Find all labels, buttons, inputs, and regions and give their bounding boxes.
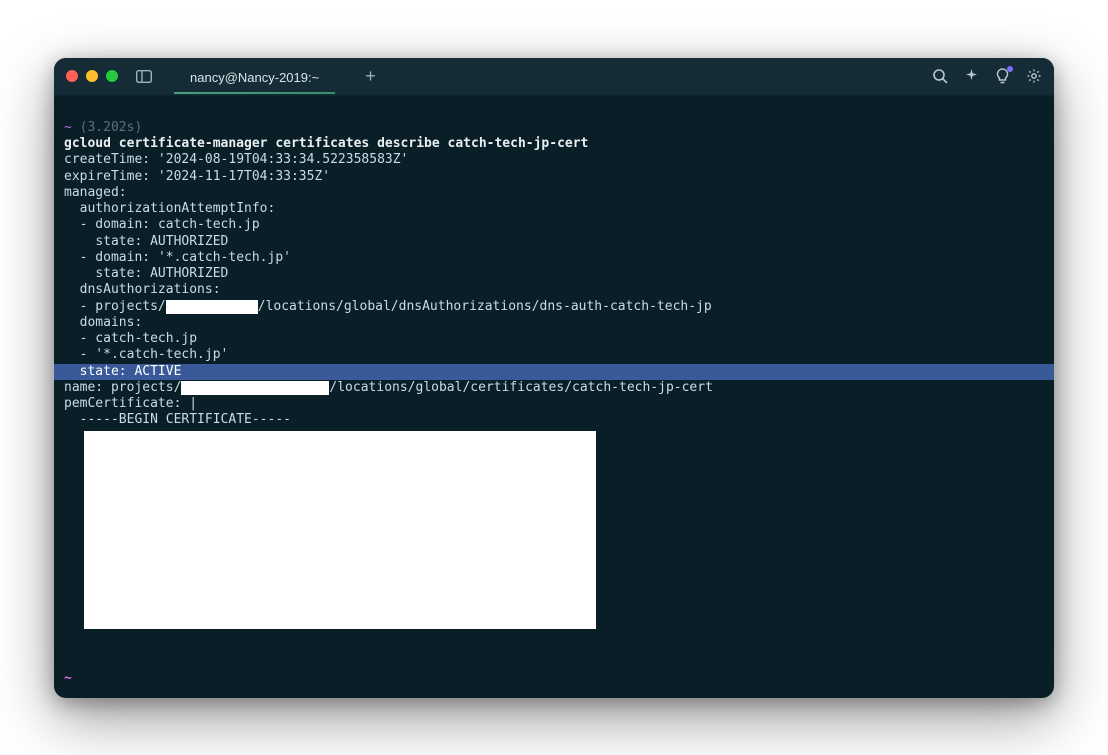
search-icon[interactable] (932, 68, 948, 84)
bottom-prompt: ~ (54, 669, 1054, 698)
output-state1: state: AUTHORIZED (64, 234, 228, 249)
prompt-line: ~ (3.202s) (64, 120, 142, 135)
output-expiretime: expireTime: '2024-11-17T04:33:35Z' (64, 169, 330, 184)
terminal-window: nancy@Nancy-2019:~ + ~ (3.202s) gcloud c… (54, 58, 1054, 698)
output-pem-key: pemCertificate: | (64, 396, 197, 411)
tab-title: nancy@Nancy-2019:~ (190, 70, 319, 85)
output-domain2: - domain: '*.catch-tech.jp' (64, 250, 291, 265)
command-line: gcloud certificate-manager certificates … (64, 136, 588, 151)
traffic-lights (66, 70, 118, 82)
notification-dot (1007, 66, 1013, 72)
tab-active[interactable]: nancy@Nancy-2019:~ (174, 60, 335, 93)
output-managed: managed: (64, 185, 127, 200)
minimize-window-button[interactable] (86, 70, 98, 82)
output-domains1: - catch-tech.jp (64, 331, 197, 346)
bulb-icon[interactable] (995, 68, 1010, 84)
output-state-active: state: ACTIVE (54, 364, 1054, 380)
output-authattempt: authorizationAttemptInfo: (64, 201, 275, 216)
output-createtime: createTime: '2024-08-19T04:33:34.5223585… (64, 152, 408, 167)
output-domain1: - domain: catch-tech.jp (64, 217, 260, 232)
split-pane-icon[interactable] (136, 70, 152, 83)
output-dnsauth-key: dnsAuthorizations: (64, 282, 221, 297)
output-domains-key: domains: (64, 315, 142, 330)
new-tab-button[interactable]: + (365, 67, 376, 85)
output-dnsauth-val: - projects//locations/global/dnsAuthoriz… (64, 299, 712, 314)
sparkle-icon[interactable] (964, 69, 979, 84)
gear-icon[interactable] (1026, 68, 1042, 84)
prompt-timing: (3.202s) (80, 120, 143, 135)
close-window-button[interactable] (66, 70, 78, 82)
redacted-project-2 (181, 381, 329, 395)
output-pem-begin: -----BEGIN CERTIFICATE----- (64, 412, 291, 427)
redacted-certificate-body (84, 431, 596, 629)
output-name: name: projects//locations/global/certifi… (64, 380, 713, 395)
output-state2: state: AUTHORIZED (64, 266, 228, 281)
titlebar-right-icons (932, 68, 1042, 84)
titlebar: nancy@Nancy-2019:~ + (54, 58, 1054, 96)
bottom-prompt-tilde: ~ (64, 671, 72, 686)
output-domains2: - '*.catch-tech.jp' (64, 347, 228, 362)
redacted-project-1 (166, 300, 258, 314)
prompt-cwd: ~ (64, 120, 72, 135)
terminal-body[interactable]: ~ (3.202s) gcloud certificate-manager ce… (54, 96, 1054, 669)
maximize-window-button[interactable] (106, 70, 118, 82)
